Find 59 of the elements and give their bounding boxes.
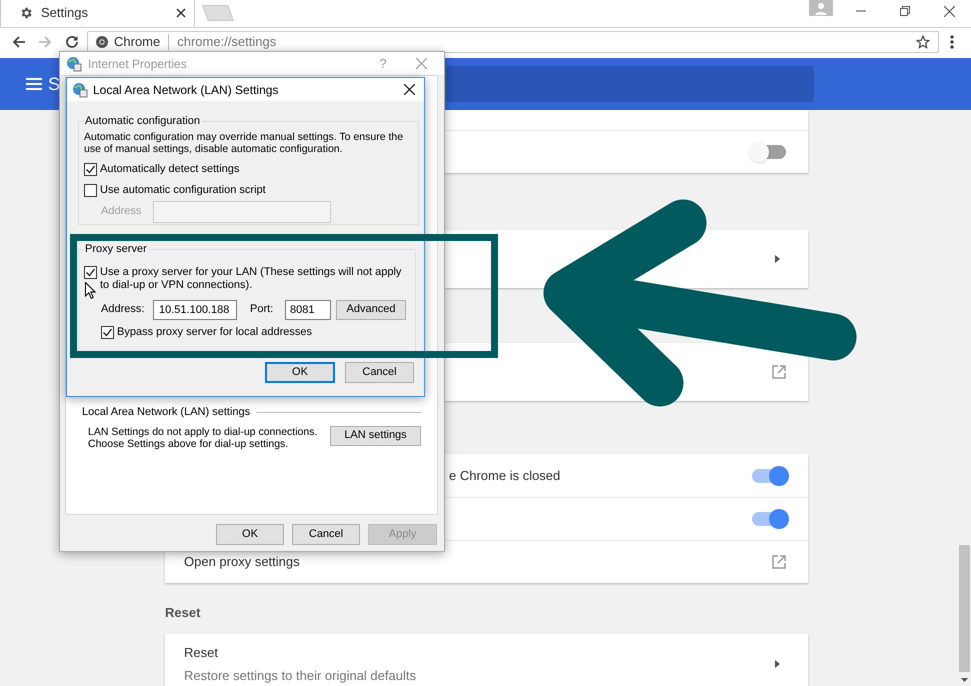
lan-settings-button[interactable]: LAN settings <box>330 426 421 446</box>
section-heading: Reset <box>165 604 202 622</box>
checkbox-label: Automatically detect settings <box>100 162 240 176</box>
input-field[interactable]: 8081 <box>285 300 331 320</box>
group-title: Local Area Network (LAN) settings <box>82 405 250 420</box>
field-label: Port: <box>250 302 274 318</box>
reload-icon[interactable] <box>65 34 79 48</box>
group-title: Proxy server <box>84 242 148 257</box>
checkbox[interactable] <box>101 326 114 338</box>
window-title: Local Area Network (LAN) Settings <box>93 82 280 98</box>
globe-icon <box>72 82 88 98</box>
dialog-button[interactable]: Cancel <box>345 362 414 382</box>
field-label: Address: <box>101 302 146 318</box>
restore-icon[interactable] <box>900 6 910 16</box>
checkbox[interactable] <box>84 162 97 176</box>
page-title: S <box>48 72 60 96</box>
setting-label: Open proxy settings <box>184 553 301 572</box>
input-field[interactable]: 10.51.100.188 <box>153 300 237 320</box>
back-arrow-icon[interactable] <box>12 34 26 48</box>
checkbox-label: Use a proxy server for your LAN (These settings will not apply to dial-up or VPN connections). <box>100 266 402 292</box>
external-link-icon[interactable] <box>772 365 786 379</box>
checkbox-label: Bypass proxy server for local addresses <box>117 326 312 338</box>
caret-right-icon[interactable] <box>775 660 780 668</box>
browser-tab[interactable]: Settings <box>0 0 195 27</box>
globe-icon <box>66 56 82 72</box>
menu-dots-icon[interactable] <box>950 34 954 48</box>
close-icon[interactable] <box>404 84 414 95</box>
star-icon[interactable] <box>916 34 930 48</box>
checkbox-label: Use automatic configuration script <box>100 184 266 196</box>
setting-label: e Chrome is closed <box>449 466 562 485</box>
mouse-pointer-icon <box>85 282 96 299</box>
gear-icon <box>19 6 33 20</box>
setting-description: Restore settings to their original defaults <box>184 667 417 685</box>
dialog-button[interactable]: Cancel <box>292 524 360 545</box>
field-label: Address <box>101 204 142 220</box>
menu-icon[interactable] <box>26 78 42 90</box>
close-icon[interactable] <box>944 6 954 16</box>
close-icon[interactable] <box>176 8 186 18</box>
description-text: Automatic configuration may override manual settings. To ensure the use of manual settings, disable automatic configuration. <box>84 130 404 154</box>
dialog-button[interactable]: OK <box>265 362 335 382</box>
advanced-button[interactable]: Advanced <box>336 300 406 320</box>
toggle-switch[interactable] <box>752 468 786 482</box>
dialog-button[interactable]: OK <box>216 524 284 545</box>
minimize-icon[interactable] <box>856 10 866 12</box>
checkbox[interactable] <box>84 184 97 196</box>
checkbox[interactable] <box>84 266 97 278</box>
scroll-down-icon[interactable] <box>961 678 968 682</box>
toggle-switch[interactable] <box>752 512 786 526</box>
window-title: Internet Properties <box>88 56 188 72</box>
external-link-icon[interactable] <box>772 555 786 569</box>
toggle-switch[interactable] <box>752 145 786 159</box>
description-text: LAN Settings do not apply to dial-up connections. Choose Settings above for dial-up settings. <box>88 426 318 450</box>
chrome-logo-icon <box>96 36 108 48</box>
site-label: Chrome <box>114 34 160 48</box>
scrollbar-thumb[interactable] <box>959 545 970 672</box>
group-title: Automatic configuration <box>84 114 201 129</box>
url-text: chrome://settings <box>177 34 278 48</box>
caret-right-icon[interactable] <box>775 255 780 263</box>
setting-label: Reset <box>184 644 219 662</box>
